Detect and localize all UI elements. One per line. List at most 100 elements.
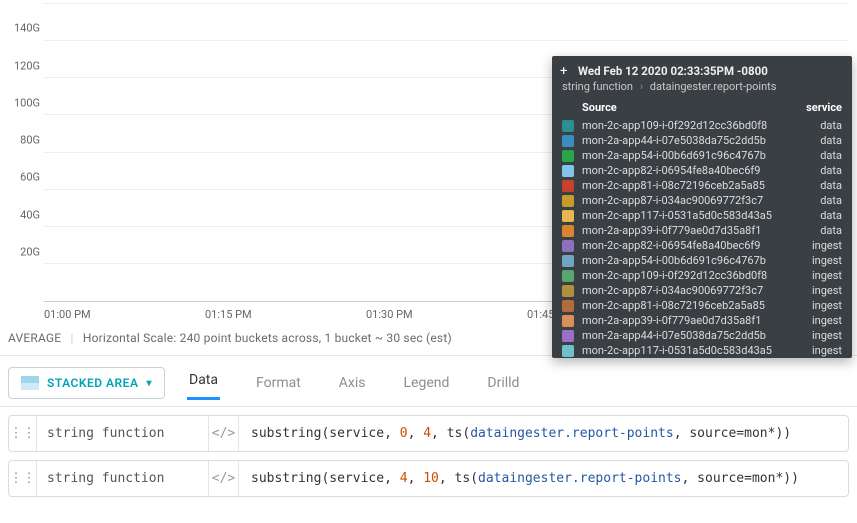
chevron-right-icon: › [640,80,643,93]
y-tick: 120G [14,59,40,72]
tooltip-service: data [798,209,842,222]
code-toggle-button[interactable]: </> [209,461,239,496]
tooltip-source: mon-2c-app109-i-0f292d12cc36bd0f8 [582,269,798,282]
tooltip-source: mon-2a-app39-i-0f779ae0d7d35a8f1 [582,314,798,327]
info-metric: AVERAGE [8,331,61,345]
info-scale-text: Horizontal Scale: 240 point buckets acro… [83,331,452,345]
series-swatch [562,195,574,207]
tab-legend[interactable]: Legend [402,369,452,397]
tooltip-source: mon-2c-app109-i-0f292d12cc36bd0f8 [582,119,798,132]
series-swatch [562,270,574,282]
tab-data[interactable]: Data [187,366,220,400]
tooltip-service: data [798,224,842,237]
tooltip-source: mon-2c-app82-i-06954fe8a40bec6f9 [582,239,798,252]
series-swatch [562,345,574,357]
tooltip-service: ingest [798,284,842,297]
query-name[interactable]: string function [37,461,209,496]
series-swatch [562,285,574,297]
tooltip-timestamp: Wed Feb 12 2020 02:33:35PM -0800 [562,64,842,78]
tooltip-row: mon-2c-app109-i-0f292d12cc36bd0f8data [552,118,852,133]
x-tick: 01:15 PM [205,308,366,321]
tooltip-source: mon-2c-app82-i-06954fe8a40bec6f9 [582,164,798,177]
tooltip-row: mon-2a-app39-i-0f779ae0d7d35a8f1data [552,223,852,238]
y-axis: 20G40G60G80G100G120G140G160G [8,4,44,302]
query-name[interactable]: string function [37,416,209,451]
tooltip-row: mon-2a-app54-i-00b6d691c96c4767bingest [552,253,852,268]
tooltip-row: mon-2c-app87-i-034ac90069772f3c7data [552,193,852,208]
tooltip-source: mon-2c-app87-i-034ac90069772f3c7 [582,194,798,207]
grid-line [44,3,849,4]
series-swatch [562,300,574,312]
chart-type-label: STACKED AREA [47,376,138,390]
series-swatch [562,330,574,342]
tooltip-row: mon-2c-app81-i-08c72196ceb2a5a85ingest [552,298,852,313]
tooltip-source: mon-2c-app81-i-08c72196ceb2a5a85 [582,179,798,192]
x-tick: 01:00 PM [44,308,205,321]
tooltip-service: ingest [798,344,842,357]
tooltip-source: mon-2c-app87-i-034ac90069772f3c7 [582,284,798,297]
chart-type-button[interactable]: STACKED AREA ▾ [8,367,165,399]
tooltip-service: ingest [798,299,842,312]
query-row: ⋮⋮string function</>substring(service, 0… [8,415,849,452]
query-body[interactable]: substring(service, 0, 4, ts(dataingester… [239,416,848,451]
tooltip-service: data [798,149,842,162]
series-swatch [562,150,574,162]
tooltip-col-source: Source [582,101,792,114]
tooltip-row: mon-2a-app44-i-07e5038da75c2dd5bingest [552,328,852,343]
query-row: ⋮⋮string function</>substring(service, 4… [8,460,849,497]
tooltip-row: mon-2a-app39-i-0f779ae0d7d35a8f1ingest [552,313,852,328]
tooltip-service: ingest [798,269,842,282]
tooltip-breadcrumb-right: dataingester.report-points [650,80,777,93]
chart-area: 20G40G60G80G100G120G140G160G 01:00 PM01:… [0,0,857,321]
code-toggle-button[interactable]: </> [209,416,239,451]
tab-axis[interactable]: Axis [337,369,368,397]
tooltip-source: mon-2c-app81-i-08c72196ceb2a5a85 [582,299,798,312]
y-tick: 100G [14,96,40,109]
tooltip-column-headers: Source service [552,97,852,118]
tooltip-source: mon-2a-app44-i-07e5038da75c2dd5b [582,329,798,342]
tooltip-source: mon-2a-app54-i-00b6d691c96c4767b [582,149,798,162]
y-tick: 40G [20,208,40,221]
tooltip-row: mon-2a-app54-i-00b6d691c96c4767bdata [552,148,852,163]
series-swatch [562,315,574,327]
tooltip-service: data [798,134,842,147]
y-tick: 20G [20,245,40,258]
series-swatch [562,210,574,222]
query-body[interactable]: substring(service, 4, 10, ts(dataingeste… [239,461,848,496]
pin-icon[interactable]: + [560,64,567,79]
tab-format[interactable]: Format [254,369,303,397]
stacked-area-icon [21,376,39,390]
tooltip-service: ingest [798,314,842,327]
tooltip-row: mon-2c-app82-i-06954fe8a40bec6f9data [552,163,852,178]
tab-drilld[interactable]: Drilld [485,369,521,397]
series-swatch [562,135,574,147]
y-tick: 80G [20,134,40,147]
tabs-row: STACKED AREA ▾ Data Format Axis Legend Drill… [0,356,857,407]
chevron-down-icon: ▾ [146,378,152,389]
series-swatch [562,180,574,192]
tooltip-row: mon-2c-app81-i-08c72196ceb2a5a85data [552,178,852,193]
tooltip-source: mon-2c-app117-i-0531a5d0c583d43a5 [582,209,798,222]
tooltip-source: mon-2a-app44-i-07e5038da75c2dd5b [582,134,798,147]
y-tick: 140G [14,22,40,35]
tooltip-service: data [798,164,842,177]
tooltip-source: mon-2a-app54-i-00b6d691c96c4767b [582,254,798,267]
grid-line [44,40,849,41]
tooltip-service: ingest [798,239,842,252]
tooltip-service: data [798,179,842,192]
chart-tooltip: + Wed Feb 12 2020 02:33:35PM -0800 strin… [552,56,852,358]
separator-icon: | [71,331,74,345]
tooltip-row: mon-2c-app117-i-0531a5d0c583d43a5ingest [552,343,852,358]
x-tick: 01:30 PM [366,308,527,321]
tooltip-breadcrumb: string function › dataingester.report-po… [562,80,842,93]
drag-handle-icon[interactable]: ⋮⋮ [9,416,37,451]
drag-handle-icon[interactable]: ⋮⋮ [9,461,37,496]
series-swatch [562,225,574,237]
tooltip-source: mon-2a-app39-i-0f779ae0d7d35a8f1 [582,224,798,237]
series-swatch [562,255,574,267]
tooltip-row: mon-2c-app82-i-06954fe8a40bec6f9ingest [552,238,852,253]
tooltip-row: mon-2c-app109-i-0f292d12cc36bd0f8ingest [552,268,852,283]
tooltip-row: mon-2a-app44-i-07e5038da75c2dd5bdata [552,133,852,148]
series-swatch [562,240,574,252]
tooltip-service: ingest [798,329,842,342]
